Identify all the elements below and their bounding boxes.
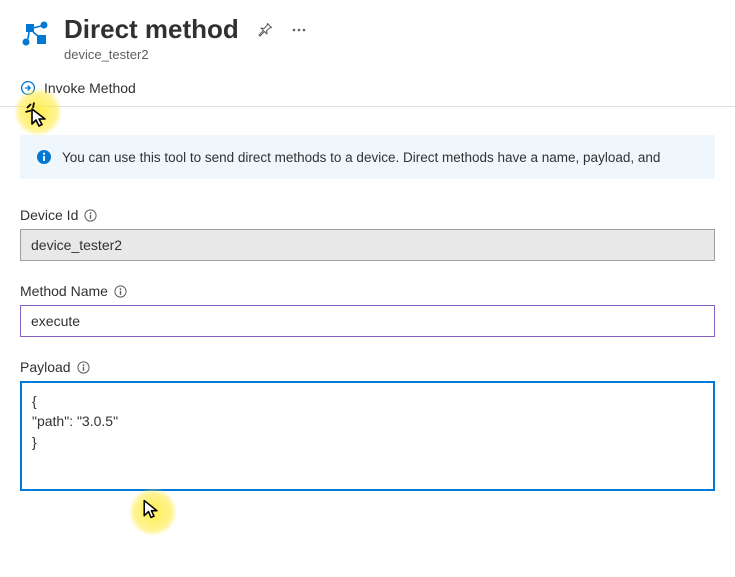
invoke-arrow-icon — [20, 80, 36, 96]
method-name-input[interactable] — [20, 305, 715, 337]
info-banner: You can use this tool to send direct met… — [20, 135, 715, 179]
pin-icon[interactable] — [257, 22, 273, 38]
invoke-method-label: Invoke Method — [44, 80, 136, 96]
breadcrumb-subtitle: device_tester2 — [64, 47, 307, 62]
help-icon[interactable] — [84, 209, 97, 222]
help-icon[interactable] — [114, 285, 127, 298]
info-text: You can use this tool to send direct met… — [62, 150, 660, 165]
page-title: Direct method — [64, 14, 239, 45]
device-id-input — [20, 229, 715, 261]
iot-device-icon — [20, 18, 50, 48]
info-icon — [36, 149, 52, 165]
method-name-label: Method Name — [20, 283, 108, 299]
help-icon[interactable] — [77, 361, 90, 374]
invoke-method-button[interactable]: Invoke Method — [20, 80, 136, 96]
more-icon[interactable] — [291, 22, 307, 38]
device-id-label: Device Id — [20, 207, 78, 223]
payload-textarea[interactable] — [20, 381, 715, 491]
payload-label: Payload — [20, 359, 71, 375]
